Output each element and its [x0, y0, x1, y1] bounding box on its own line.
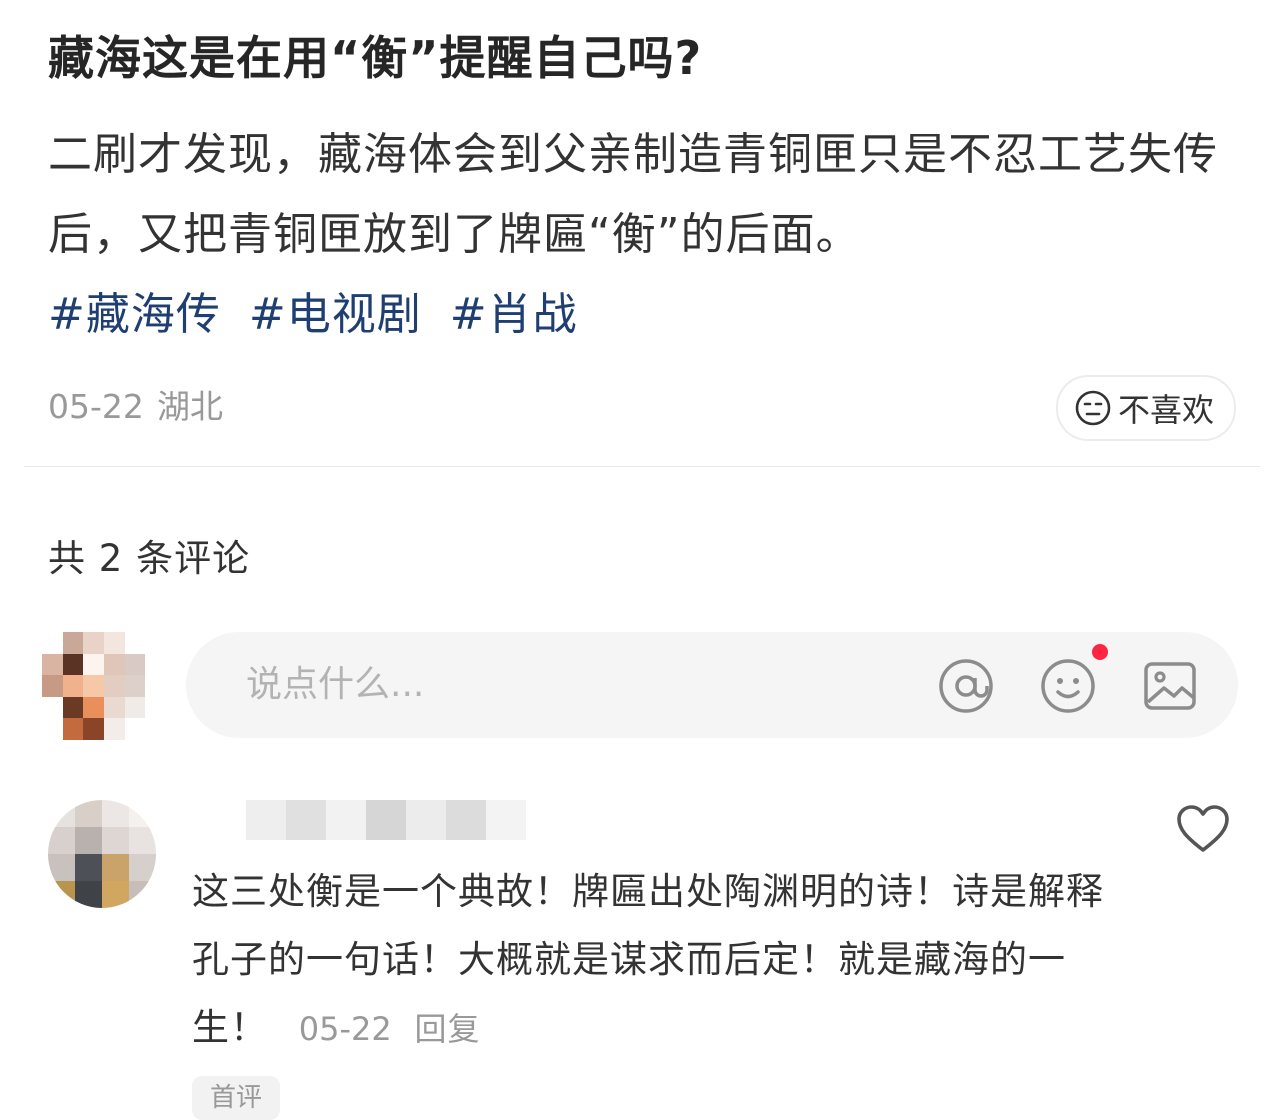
- tag-link[interactable]: #藏海传: [48, 289, 221, 340]
- first-comment-badge: 首评: [192, 1076, 281, 1120]
- heart-icon[interactable]: [1176, 804, 1230, 854]
- image-icon[interactable]: [1142, 658, 1198, 714]
- notification-dot: [1092, 644, 1108, 660]
- post-location: 湖北: [156, 387, 223, 426]
- unhappy-face-icon: [1075, 390, 1111, 426]
- comment-date: 05-22: [298, 1010, 392, 1048]
- comment-author-redacted[interactable]: [186, 800, 526, 840]
- tag-link[interactable]: #肖战: [450, 289, 578, 340]
- comment-input-placeholder: 说点什么...: [246, 664, 425, 705]
- reply-button[interactable]: 回复: [415, 1010, 481, 1048]
- avatar[interactable]: [42, 632, 166, 740]
- post-title: 藏海这是在用“衡”提醒自己吗?: [48, 31, 703, 85]
- emoji-icon[interactable]: [1040, 658, 1096, 714]
- comment-input[interactable]: 说点什么...: [186, 632, 1238, 738]
- divider: [24, 466, 1260, 467]
- comment-count: 共 2 条评论: [48, 537, 251, 580]
- dislike-button[interactable]: 不喜欢: [1055, 375, 1236, 441]
- post-tags: #藏海传 #电视剧 #肖战: [48, 278, 592, 342]
- comment: 这三处衡是一个典故！牌匾出处陶渊明的诗！诗是解释孔子的一句话！大概就是谋求而后定…: [192, 858, 1132, 1063]
- post-date: 05-22: [48, 387, 144, 426]
- at-icon[interactable]: [938, 658, 994, 714]
- dislike-label: 不喜欢: [1117, 391, 1214, 429]
- tag-link[interactable]: #电视剧: [249, 289, 422, 340]
- avatar[interactable]: [48, 800, 156, 908]
- post-body: 二刷才发现，藏海体会到父亲制造青铜匣只是不忍工艺失传后，又把青铜匣放到了牌匾“衡…: [48, 129, 1218, 260]
- post-meta: 05-22 湖北 不喜欢: [48, 375, 1236, 441]
